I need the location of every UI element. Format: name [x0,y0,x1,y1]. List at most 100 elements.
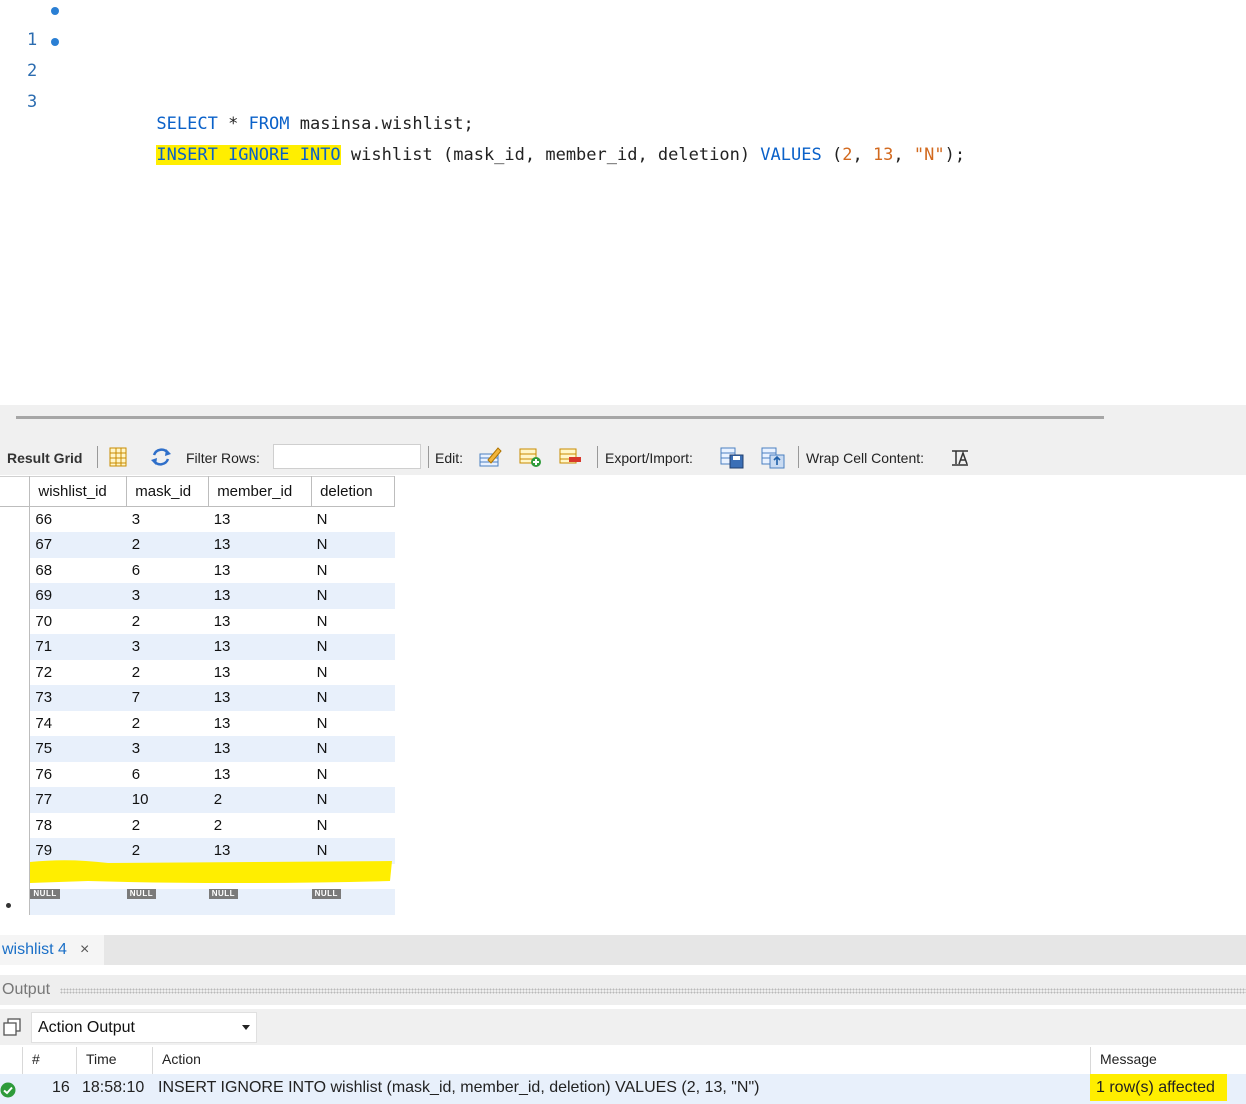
column-header[interactable]: mask_id [126,476,210,507]
row-selector[interactable] [0,557,31,583]
table-cell[interactable]: NULL [208,889,312,915]
table-row[interactable]: 72 2 13 N [0,659,395,686]
code-line-2[interactable]: 2 INSERT IGNORE INTO wishlist (mask_id, … [0,29,1246,165]
column-header-message[interactable]: Message [1100,1051,1157,1067]
table-cell[interactable]: 13 [209,762,312,788]
table-cell[interactable]: 13 [208,532,312,558]
table-cell[interactable]: 78 [30,813,127,839]
table-cell[interactable]: N [311,583,395,609]
table-cell[interactable]: 67 [29,532,127,558]
output-row[interactable]: 16 18:58:10 INSERT IGNORE INTO wishlist … [0,1074,1246,1104]
table-row[interactable]: 74 2 13 N [0,710,395,737]
new-row[interactable]: NULL NULL NULL NULL [0,889,395,915]
new-row-marker-icon[interactable] [0,889,31,915]
table-cell[interactable]: 13 [209,558,312,584]
table-cell[interactable]: 68 [30,558,127,584]
table-cell[interactable]: 6 [127,558,209,584]
sql-editor[interactable]: 1 SELECT * FROM masinsa.wishlist; 2 INSE… [0,0,1246,405]
table-cell[interactable]: N [311,736,395,762]
table-row[interactable]: 73 7 13 N [0,685,395,711]
table-cell[interactable]: 3 [127,507,209,533]
table-cell[interactable]: 13 [208,685,312,711]
edit-row-icon[interactable] [478,445,502,469]
table-cell[interactable]: N [312,507,395,533]
table-cell[interactable]: NULL [311,889,395,915]
table-cell[interactable]: 13 [209,711,312,737]
table-row[interactable]: 69 3 13 N [0,583,395,609]
table-cell[interactable]: 13 [208,838,312,864]
export-icon[interactable] [720,445,744,469]
table-cell[interactable]: N [311,838,395,864]
table-cell[interactable]: 13 [208,736,312,762]
grid-view-icon[interactable] [106,445,130,469]
column-header-action[interactable]: Action [162,1051,201,1067]
column-header-time[interactable]: Time [86,1051,117,1067]
table-cell[interactable]: N [311,685,395,711]
table-cell[interactable]: N [312,813,395,839]
table-cell[interactable]: 2 [126,838,209,864]
table-cell[interactable]: 13 [209,609,312,635]
table-cell[interactable]: 13 [208,634,312,660]
table-cell[interactable]: N [312,609,395,635]
column-header[interactable]: wishlist_id [29,476,128,507]
table-cell[interactable]: 73 [29,685,127,711]
close-icon[interactable]: × [80,941,89,959]
table-cell[interactable]: N [312,660,395,686]
table-cell[interactable]: 2 [208,787,312,813]
table-cell[interactable]: 80 [30,864,127,890]
table-cell[interactable]: 2 [127,609,209,635]
row-selector[interactable] [0,838,31,864]
table-cell[interactable]: 6 [127,762,209,788]
table-cell[interactable]: 10 [126,787,209,813]
table-cell[interactable]: 2 [127,660,209,686]
row-selector[interactable] [0,532,31,558]
table-cell[interactable]: N [311,634,395,660]
delete-row-icon[interactable] [558,445,582,469]
table-cell[interactable]: 2 [127,711,209,737]
table-row[interactable]: 79 2 13 N [0,838,395,864]
table-cell[interactable]: N [312,762,395,788]
table-cell[interactable]: N [312,558,395,584]
table-row[interactable]: 75 3 13 N [0,736,395,762]
column-header-num[interactable]: # [32,1051,40,1067]
table-cell[interactable]: 3 [126,583,209,609]
row-selector[interactable] [0,634,31,660]
code-line-1[interactable]: 1 SELECT * FROM masinsa.wishlist; [0,0,1246,134]
row-selector[interactable] [0,761,31,787]
row-selector[interactable] [0,583,31,609]
wrap-text-icon[interactable] [948,445,972,469]
table-row[interactable]: 68 6 13 N [0,557,395,584]
insert-row-icon[interactable] [518,445,542,469]
table-cell[interactable]: 3 [126,634,209,660]
table-cell[interactable]: 77 [29,787,127,813]
column-header[interactable]: member_id [208,476,313,507]
row-selector[interactable] [0,812,31,838]
table-cell[interactable]: N [312,711,395,737]
column-header[interactable]: deletion [311,476,395,507]
copy-icon[interactable] [2,1017,22,1037]
table-cell[interactable]: 2 [127,813,209,839]
row-selector[interactable] [0,736,31,762]
action-output-select[interactable]: Action Output [31,1012,257,1043]
table-cell[interactable]: 70 [30,609,127,635]
row-selector[interactable] [0,710,31,736]
table-cell[interactable]: 71 [29,634,127,660]
table-cell[interactable]: 72 [30,660,127,686]
table-row[interactable]: 67 2 13 N [0,532,395,558]
table-row[interactable]: 70 2 13 N [0,608,395,635]
table-cell[interactable]: 66 [30,507,127,533]
table-row[interactable]: 66 3 13 N [0,506,395,533]
table-cell[interactable]: 13 [209,864,312,890]
table-cell[interactable]: N [311,787,395,813]
table-cell[interactable]: 2 [209,813,312,839]
result-grid-label[interactable]: Result Grid [7,450,82,466]
table-cell[interactable]: 76 [30,762,127,788]
table-cell[interactable]: 69 [29,583,127,609]
row-selector[interactable] [0,608,31,634]
tab-wishlist-4[interactable]: wishlist 4 × [0,935,104,965]
table-cell[interactable]: N [311,532,395,558]
table-row[interactable]: 76 6 13 N [0,761,395,788]
table-cell[interactable]: 75 [29,736,127,762]
table-row[interactable]: 78 2 2 N [0,812,395,839]
row-selector-header[interactable] [0,476,31,507]
